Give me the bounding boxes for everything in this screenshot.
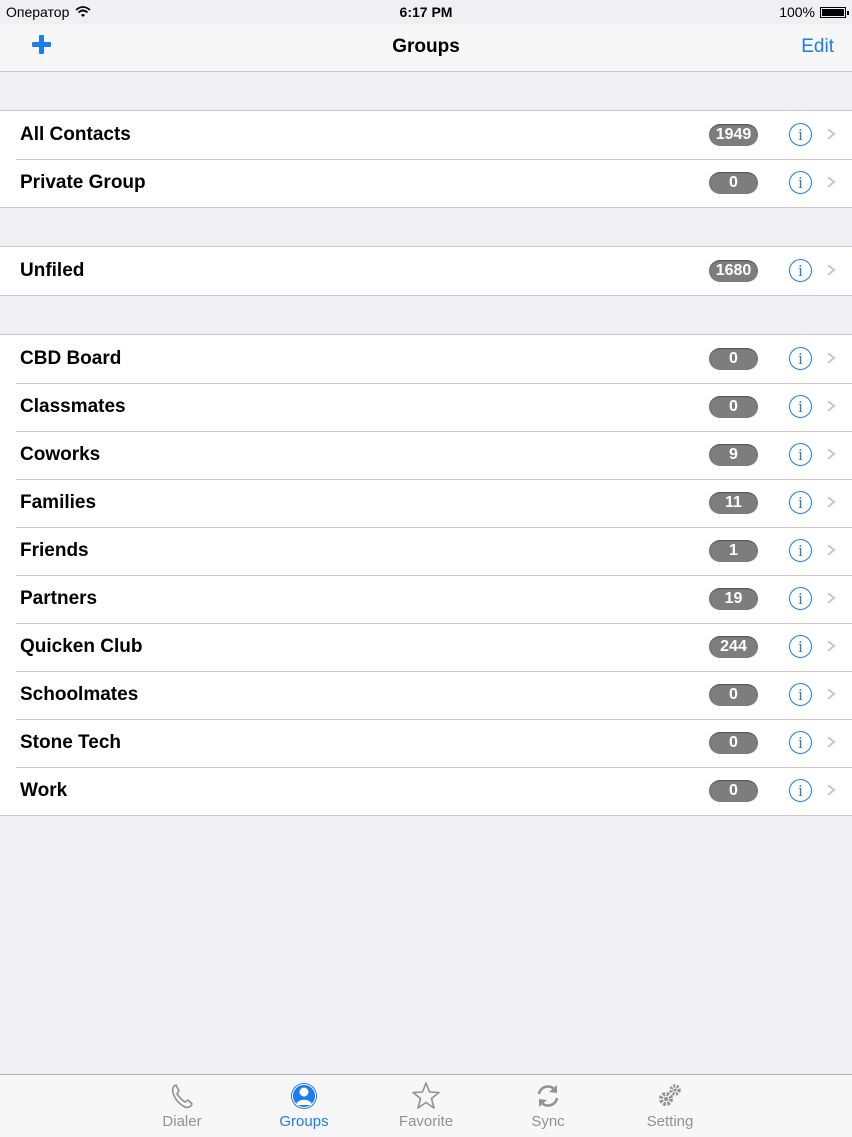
tab-label: Sync: [531, 1113, 565, 1130]
tab-dialer[interactable]: Dialer: [127, 1081, 237, 1130]
group-name: CBD Board: [20, 348, 122, 369]
chevron-right-icon: [827, 129, 836, 139]
group-row[interactable]: Stone Tech 0 i: [0, 719, 852, 767]
chevron-right-icon: [827, 545, 836, 555]
info-icon[interactable]: i: [789, 683, 812, 706]
chevron-right-icon: [827, 265, 836, 275]
chevron-right-icon: [827, 449, 836, 459]
section-unfiled: Unfiled 1680 i: [0, 246, 852, 296]
gears-icon: [659, 1084, 681, 1106]
group-name: Friends: [20, 540, 89, 561]
star-icon: [412, 1082, 440, 1109]
count-badge: 0: [709, 684, 758, 706]
tab-label: Dialer: [162, 1113, 202, 1130]
group-name: Partners: [20, 588, 98, 609]
status-time: 6:17 PM: [399, 4, 453, 20]
group-name: Schoolmates: [20, 684, 139, 705]
group-row[interactable]: Schoolmates 0 i: [0, 671, 852, 719]
section-spacer: [0, 72, 852, 110]
chevron-right-icon: [827, 785, 836, 795]
status-bar: Оператор 6:17 PM 100%: [0, 0, 852, 24]
info-icon[interactable]: i: [789, 539, 812, 562]
info-icon[interactable]: i: [789, 587, 812, 610]
count-badge: 1: [709, 540, 758, 562]
page-title: Groups: [392, 36, 460, 57]
section-spacer: [0, 208, 852, 246]
section-main-groups: All Contacts 1949 i Private Group 0 i: [0, 110, 852, 208]
group-row[interactable]: Partners 19 i: [0, 575, 852, 623]
group-row[interactable]: Unfiled 1680 i: [0, 247, 852, 295]
chevron-right-icon: [827, 641, 836, 651]
group-row[interactable]: Work 0 i: [0, 767, 852, 815]
info-icon[interactable]: i: [789, 635, 812, 658]
count-badge: 19: [709, 588, 758, 610]
group-name: All Contacts: [20, 124, 131, 145]
info-icon[interactable]: i: [789, 443, 812, 466]
tab-label: Favorite: [398, 1113, 454, 1130]
chevron-right-icon: [827, 593, 836, 603]
group-name: Families: [20, 492, 97, 513]
section-custom-groups: CBD Board 0 i Classmates 0 i Coworks 9 i…: [0, 334, 852, 816]
group-name: Unfiled: [20, 260, 85, 281]
chevron-right-icon: [827, 737, 836, 747]
navigation-bar: Groups Edit: [0, 24, 852, 72]
section-spacer: [0, 296, 852, 334]
count-badge: 9: [709, 444, 758, 466]
group-row[interactable]: Friends 1 i: [0, 527, 852, 575]
group-row[interactable]: CBD Board 0 i: [0, 335, 852, 383]
count-badge: 11: [709, 492, 758, 514]
chevron-right-icon: [827, 353, 836, 363]
info-icon[interactable]: i: [789, 259, 812, 282]
sync-icon: [537, 1085, 559, 1107]
groups-table: All Contacts 1949 i Private Group 0 i Un…: [0, 72, 852, 816]
tab-sync[interactable]: Sync: [493, 1081, 603, 1130]
count-badge: 0: [709, 348, 758, 370]
battery-percent: 100%: [779, 4, 815, 20]
group-row[interactable]: All Contacts 1949 i: [0, 111, 852, 159]
info-icon[interactable]: i: [789, 779, 812, 802]
group-row[interactable]: Families 11 i: [0, 479, 852, 527]
group-name: Quicken Club: [20, 636, 143, 657]
tab-favorite[interactable]: Favorite: [371, 1081, 481, 1130]
count-badge: 244: [709, 636, 758, 658]
count-badge: 1949: [709, 124, 758, 146]
group-name: Coworks: [20, 444, 101, 465]
tab-label: Groups: [279, 1113, 329, 1130]
count-badge: 0: [709, 172, 758, 194]
person-circle-icon: [291, 1083, 317, 1109]
group-name: Stone Tech: [20, 732, 121, 753]
info-icon[interactable]: i: [789, 347, 812, 370]
tab-groups[interactable]: Groups: [249, 1081, 359, 1130]
chevron-right-icon: [827, 401, 836, 411]
group-name: Private Group: [20, 172, 146, 193]
group-name: Work: [20, 780, 68, 801]
count-badge: 0: [709, 780, 758, 802]
group-row[interactable]: Private Group 0 i: [0, 159, 852, 207]
count-badge: 1680: [709, 260, 758, 282]
tab-bar: Dialer Groups Favorite Sync Setting: [0, 1074, 852, 1137]
info-icon[interactable]: i: [789, 395, 812, 418]
info-icon[interactable]: i: [789, 123, 812, 146]
info-icon[interactable]: i: [789, 731, 812, 754]
phone-icon: [171, 1084, 193, 1109]
group-row[interactable]: Quicken Club 244 i: [0, 623, 852, 671]
edit-button[interactable]: Edit: [801, 36, 834, 58]
count-badge: 0: [709, 396, 758, 418]
group-name: Classmates: [20, 396, 126, 417]
chevron-right-icon: [827, 497, 836, 507]
info-icon[interactable]: i: [789, 491, 812, 514]
battery-icon: [820, 6, 849, 18]
chevron-right-icon: [827, 689, 836, 699]
tab-setting[interactable]: Setting: [615, 1081, 725, 1130]
count-badge: 0: [709, 732, 758, 754]
group-row[interactable]: Coworks 9 i: [0, 431, 852, 479]
group-row[interactable]: Classmates 0 i: [0, 383, 852, 431]
info-icon[interactable]: i: [789, 171, 812, 194]
battery-status: 100%: [779, 4, 849, 20]
chevron-right-icon: [827, 177, 836, 187]
tab-label: Setting: [646, 1113, 694, 1130]
